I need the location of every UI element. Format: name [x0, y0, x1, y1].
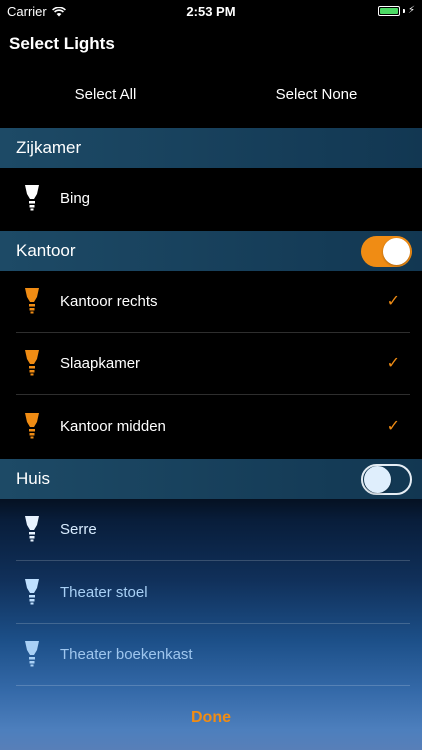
light-row-serre[interactable]: Serre — [0, 499, 422, 561]
row-divider — [16, 394, 410, 395]
section-header-huis: Huis — [0, 459, 422, 499]
toggle-knob — [383, 238, 410, 265]
select-row: Select All Select None — [0, 86, 422, 110]
light-row-kantoor-midden[interactable]: Kantoor midden ✓ — [0, 396, 422, 458]
bulb-icon — [25, 350, 39, 376]
bulb-icon — [25, 579, 39, 605]
status-right: ⚡ — [377, 5, 415, 16]
kantoor-toggle[interactable] — [361, 236, 412, 267]
toggle-knob — [364, 466, 391, 493]
light-name: Kantoor rechts — [60, 293, 158, 310]
row-divider — [16, 685, 410, 686]
light-row-bing[interactable]: Bing — [0, 168, 422, 230]
section-header-kantoor: Kantoor — [0, 231, 422, 271]
status-bar: Carrier 2:53 PM ⚡ — [0, 0, 422, 22]
light-name: Slaapkamer — [60, 355, 141, 372]
light-row-theater-stoel[interactable]: Theater stoel — [0, 562, 422, 624]
bulb-icon — [25, 516, 39, 542]
checkmark-icon: ✓ — [386, 293, 400, 310]
light-name: Bing — [60, 190, 91, 207]
section-title: Kantoor — [16, 241, 76, 260]
status-time: 2:53 PM — [186, 4, 236, 19]
bulb-icon — [25, 185, 39, 211]
bulb-icon — [25, 413, 39, 439]
bulb-icon — [25, 288, 39, 314]
select-none-button[interactable]: Select None — [211, 86, 422, 103]
section-title: Zijkamer — [16, 138, 82, 157]
light-name: Serre — [60, 521, 97, 538]
light-row-kantoor-rechts[interactable]: Kantoor rechts ✓ — [0, 271, 422, 333]
battery-icon — [377, 5, 400, 16]
light-row-theater-boekenkast[interactable]: Theater boekenkast — [0, 624, 422, 686]
checkmark-icon: ✓ — [386, 355, 400, 372]
light-name: Theater stoel — [60, 584, 148, 601]
light-name: Kantoor midden — [60, 418, 166, 435]
bulb-icon — [25, 641, 39, 667]
section-header-zijkamer: Zijkamer — [0, 128, 422, 168]
checkmark-icon: ✓ — [386, 418, 400, 435]
section-title: Huis — [16, 469, 51, 488]
battery-cap — [402, 8, 405, 13]
row-divider — [16, 560, 410, 561]
light-name: Theater boekenkast — [60, 646, 193, 663]
charging-bolt-icon: ⚡ — [407, 5, 415, 16]
select-all-button[interactable]: Select All — [0, 86, 211, 103]
huis-toggle[interactable] — [361, 464, 412, 495]
done-button[interactable]: Done — [0, 709, 422, 727]
light-row-slaapkamer[interactable]: Slaapkamer ✓ — [0, 333, 422, 395]
page-title: Select Lights — [9, 34, 115, 53]
